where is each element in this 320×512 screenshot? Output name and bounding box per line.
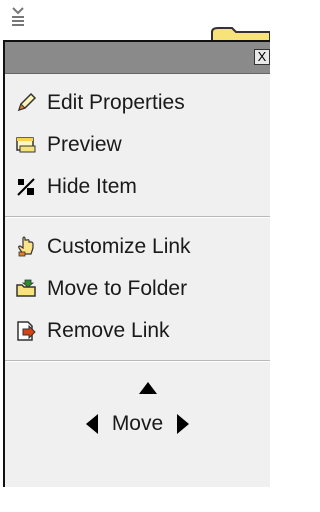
menu-group-link: Customize Link Move to Folder Remove Lin… (5, 218, 270, 358)
menu-item-label: Move to Folder (47, 277, 188, 300)
menu-item-label: Preview (47, 133, 122, 156)
move-controls: Move (5, 362, 270, 512)
menu-header: X (5, 42, 270, 74)
menu-item-edit-properties[interactable]: Edit Properties (5, 82, 270, 124)
folder-move-icon (16, 279, 36, 297)
customize-hand-icon (18, 236, 34, 257)
menu-handle-icon[interactable] (10, 6, 26, 28)
menu-item-remove-link[interactable]: Remove Link (5, 310, 270, 352)
menu-item-label: Remove Link (47, 319, 170, 342)
move-right-arrow-icon[interactable] (177, 414, 190, 434)
menu-item-customize-link[interactable]: Customize Link (5, 226, 270, 268)
menu-item-preview[interactable]: Preview (5, 124, 270, 166)
menu-item-move-to-folder[interactable]: Move to Folder (5, 268, 270, 310)
move-row: Move (5, 412, 270, 436)
move-up-arrow-icon[interactable] (139, 382, 157, 394)
menu-item-hide-item[interactable]: Hide Item (5, 166, 270, 208)
menu-item-label: Customize Link (47, 235, 191, 258)
remove-link-icon (17, 321, 36, 341)
pencil-icon (17, 92, 37, 112)
move-label: Move (111, 412, 164, 435)
menu-item-label: Edit Properties (47, 91, 185, 114)
context-menu: X Edit Properties Preview Hide Item Cust… (3, 40, 270, 487)
move-left-arrow-icon[interactable] (85, 414, 98, 434)
hide-item-icon (17, 178, 35, 196)
preview-window-icon (16, 137, 36, 153)
menu-item-label: Hide Item (47, 175, 137, 198)
menu-group-primary: Edit Properties Preview Hide Item (5, 74, 270, 214)
close-button[interactable]: X (254, 49, 270, 65)
